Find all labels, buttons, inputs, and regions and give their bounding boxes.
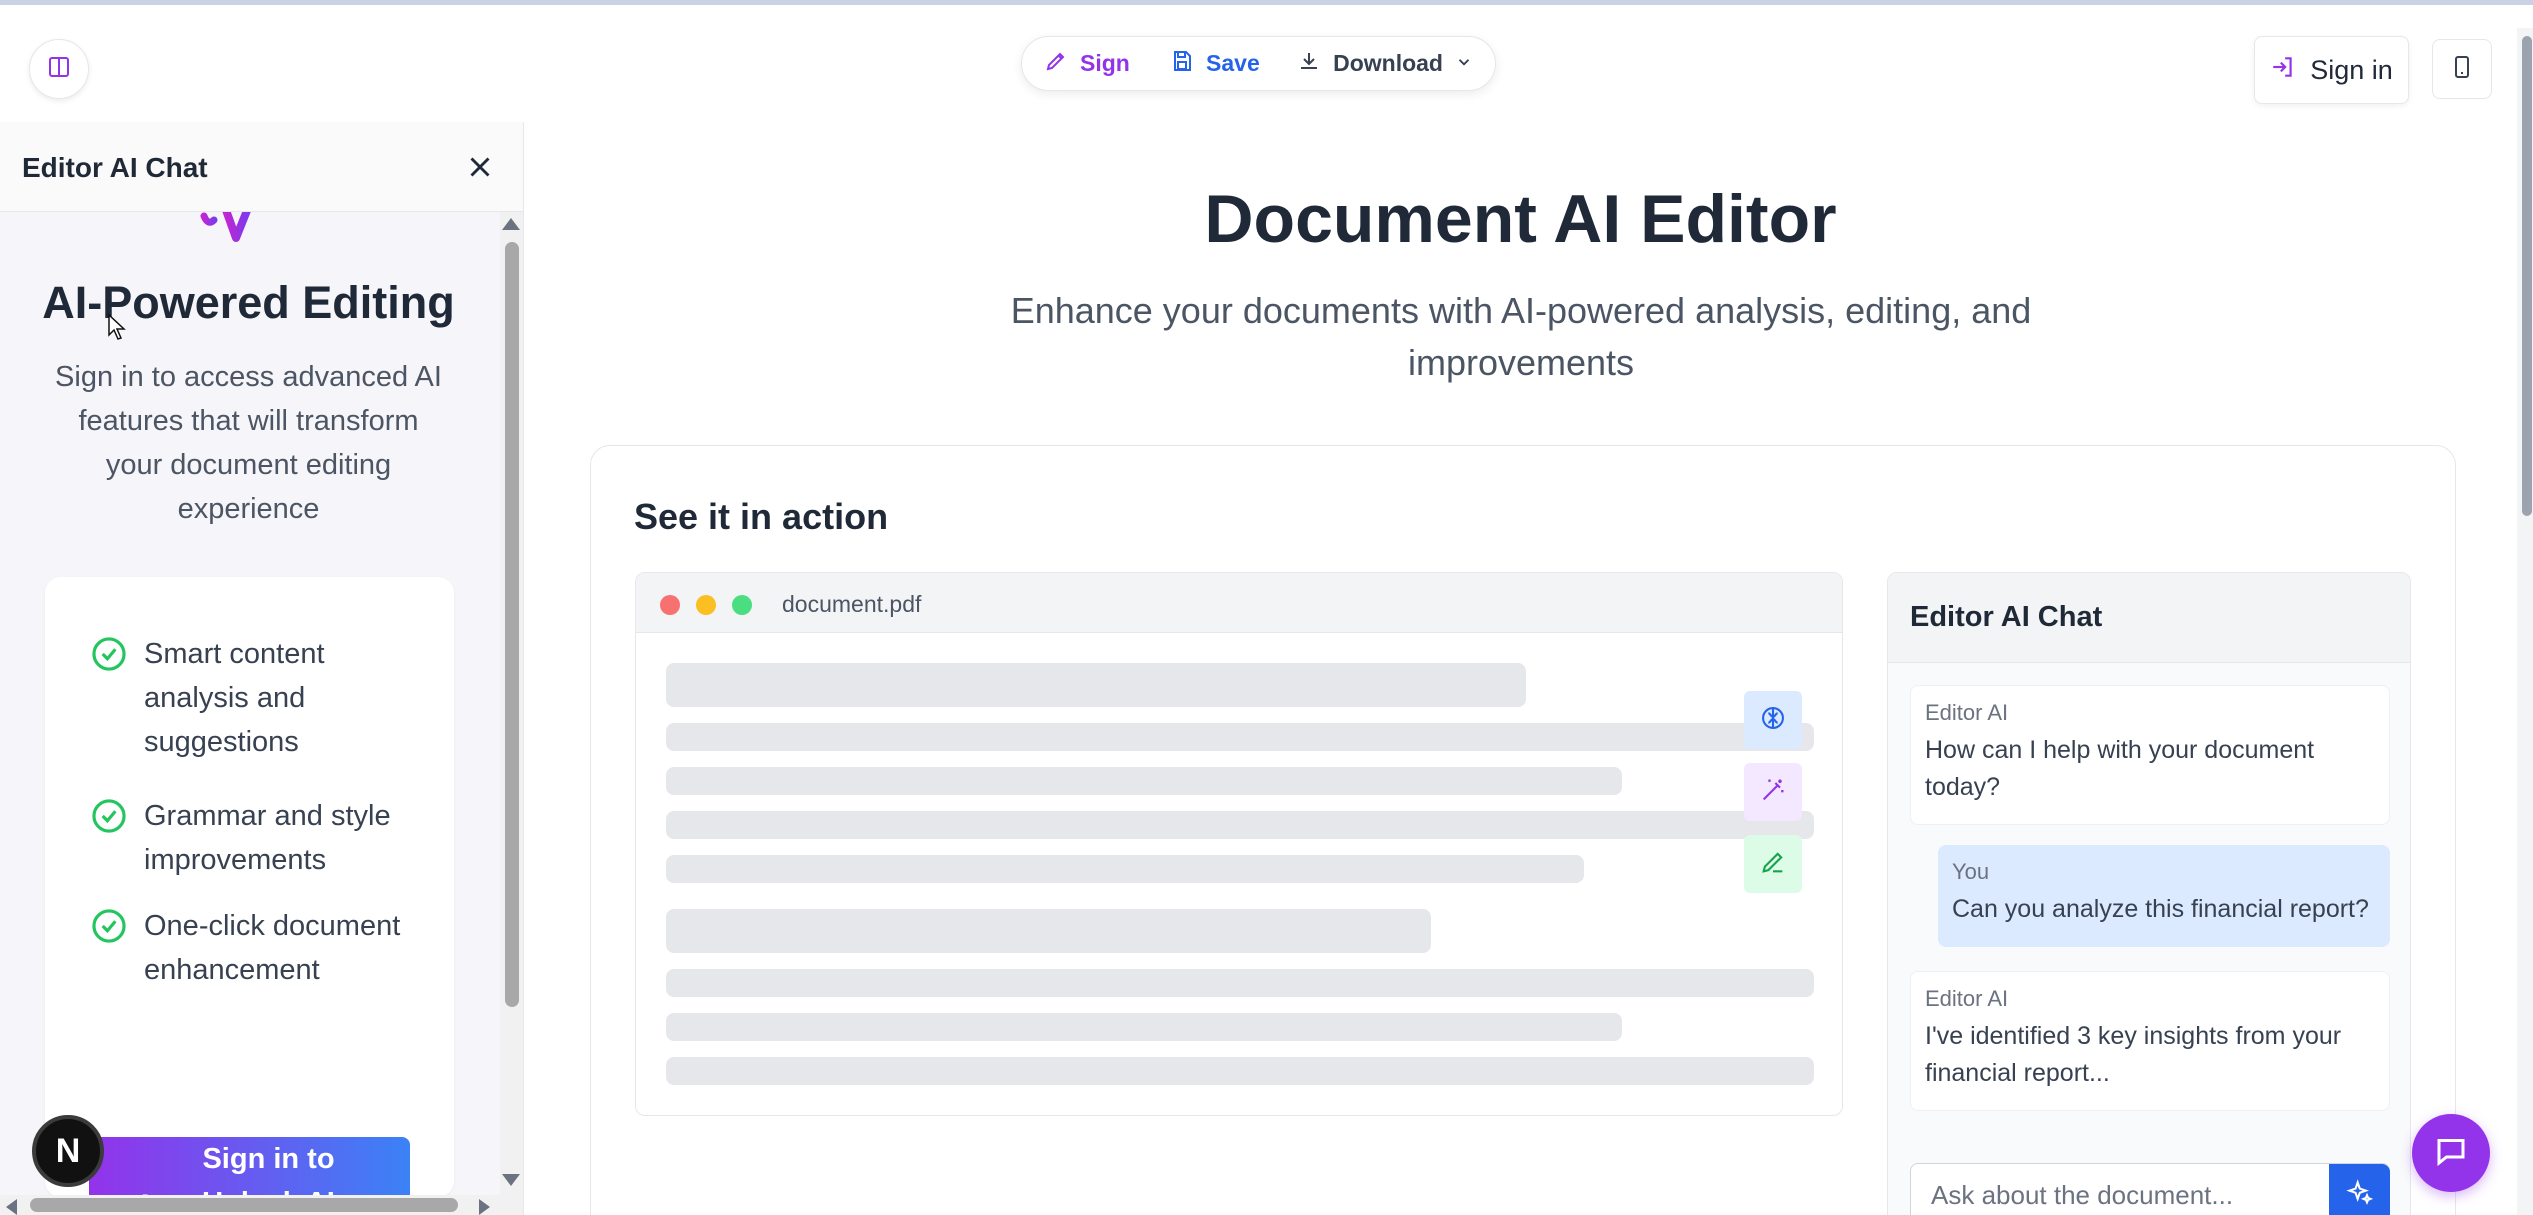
scroll-left-arrow-icon[interactable] — [6, 1199, 17, 1215]
message-text: Can you analyze this financial report? — [1952, 895, 2369, 923]
save-button[interactable]: Save — [1148, 37, 1275, 90]
document-window-bar: document.pdf — [636, 573, 1842, 633]
save-label: Save — [1206, 50, 1260, 76]
skeleton-line — [666, 723, 1814, 751]
features-card: Smart content analysis and suggestions G… — [45, 577, 454, 1215]
send-button[interactable] — [2329, 1164, 2390, 1215]
minimize-dot-icon — [696, 595, 716, 615]
check-circle-icon — [90, 907, 128, 945]
chat-input-container — [1910, 1163, 2390, 1215]
page-title: Document AI Editor — [1204, 181, 1837, 257]
document-preview-window: document.pdf — [635, 572, 1843, 1116]
sign-in-label: Sign in — [2310, 54, 2393, 85]
demo-chat-title: Editor AI Chat — [1888, 573, 2410, 663]
maximize-dot-icon — [732, 595, 752, 615]
feature-item: Grammar and style improvements — [90, 794, 400, 882]
sidebar-title: Editor AI Chat — [22, 152, 208, 183]
skeleton-line — [666, 767, 1622, 795]
sparkles-icon — [2345, 1178, 2374, 1212]
message-sender: Editor AI — [1925, 700, 2009, 725]
page-scrollbar-thumb[interactable] — [2522, 36, 2532, 516]
document-toolbar: Sign Save Download — [1021, 36, 1496, 91]
download-icon — [1297, 49, 1321, 79]
message-sender: You — [1952, 859, 1990, 884]
skeleton-line — [666, 969, 1814, 997]
feature-label: One-click document enhancement — [144, 910, 401, 986]
sign-label: Sign — [1080, 50, 1130, 76]
feature-label: Smart content analysis and suggestions — [144, 638, 325, 758]
analyze-tool-button[interactable] — [1744, 691, 1802, 749]
feature-item: One-click document enhancement — [90, 904, 430, 992]
mobile-view-button[interactable] — [2432, 39, 2492, 99]
message-text: I've identified 3 key insights from your… — [1925, 1022, 2342, 1087]
skeleton-line — [666, 663, 1526, 707]
feature-item: Smart content analysis and suggestions — [90, 632, 400, 764]
chat-message-user: You Can you analyze this financial repor… — [1938, 845, 2390, 947]
chat-floating-button[interactable] — [2412, 1114, 2490, 1192]
skeleton-line — [666, 1013, 1622, 1041]
download-label: Download — [1333, 50, 1443, 76]
edit-tool-button[interactable] — [1744, 835, 1802, 893]
skeleton-line — [666, 909, 1431, 953]
brain-icon — [1759, 704, 1787, 737]
message-square-icon — [2433, 1133, 2469, 1174]
sidebar-horizontal-thumb[interactable] — [30, 1198, 458, 1212]
sidebar-heading: AI-Powered Editing — [42, 277, 455, 328]
check-circle-icon — [90, 635, 128, 673]
mouse-cursor-icon — [107, 313, 127, 346]
ai-logo-icon — [196, 212, 266, 246]
smartphone-icon — [2450, 55, 2474, 84]
scroll-down-arrow-icon[interactable] — [502, 1174, 520, 1186]
check-circle-icon — [90, 797, 128, 835]
message-sender: Editor AI — [1925, 986, 2009, 1011]
sidebar-toggle-button[interactable] — [29, 39, 89, 99]
sign-button[interactable]: Sign — [1022, 37, 1148, 90]
scroll-up-arrow-icon[interactable] — [502, 218, 520, 230]
chat-input[interactable] — [1911, 1164, 2331, 1215]
enhance-tool-button[interactable] — [1744, 763, 1802, 821]
sign-in-button[interactable]: Sign in — [2254, 36, 2409, 104]
pen-tool-icon — [1044, 49, 1068, 79]
nextjs-badge-icon[interactable]: N — [32, 1115, 104, 1187]
feature-label: Grammar and style improvements — [144, 800, 391, 876]
skeleton-line — [666, 811, 1814, 839]
page-subtitle: Enhance your documents with AI-powered a… — [1010, 290, 2032, 383]
pencil-icon — [1759, 848, 1787, 881]
sidebar-panel-icon — [47, 55, 71, 84]
document-filename: document.pdf — [782, 591, 922, 617]
chat-message-ai: Editor AI How can I help with your docum… — [1910, 685, 2390, 825]
sidebar-header: Editor AI Chat — [0, 122, 523, 212]
skeleton-line — [666, 1057, 1814, 1085]
demo-title: See it in action — [634, 496, 889, 537]
chat-message-ai: Editor AI I've identified 3 key insights… — [1910, 971, 2390, 1111]
editor-ai-chat-sidebar: Editor AI Chat AI-Powered Editing Sign i… — [0, 122, 524, 1215]
scroll-right-arrow-icon[interactable] — [479, 1199, 490, 1215]
save-icon — [1170, 49, 1194, 79]
message-text: How can I help with your document today? — [1925, 736, 2315, 801]
login-icon — [2270, 54, 2296, 87]
close-icon[interactable] — [463, 150, 497, 184]
magic-wand-icon — [1759, 776, 1787, 809]
demo-card: See it in action document.pdf Editor AI … — [590, 445, 2456, 1215]
sidebar-description: Sign in to access advanced AI features t… — [55, 361, 442, 525]
chevron-down-icon — [1455, 50, 1473, 77]
download-button[interactable]: Download — [1275, 37, 1495, 90]
skeleton-line — [666, 855, 1584, 883]
close-dot-icon — [660, 595, 680, 615]
window-top-border — [0, 0, 2533, 5]
demo-chat-panel: Editor AI Chat Editor AI How can I help … — [1887, 572, 2411, 1215]
sidebar-scrollbar-thumb[interactable] — [505, 242, 519, 1007]
